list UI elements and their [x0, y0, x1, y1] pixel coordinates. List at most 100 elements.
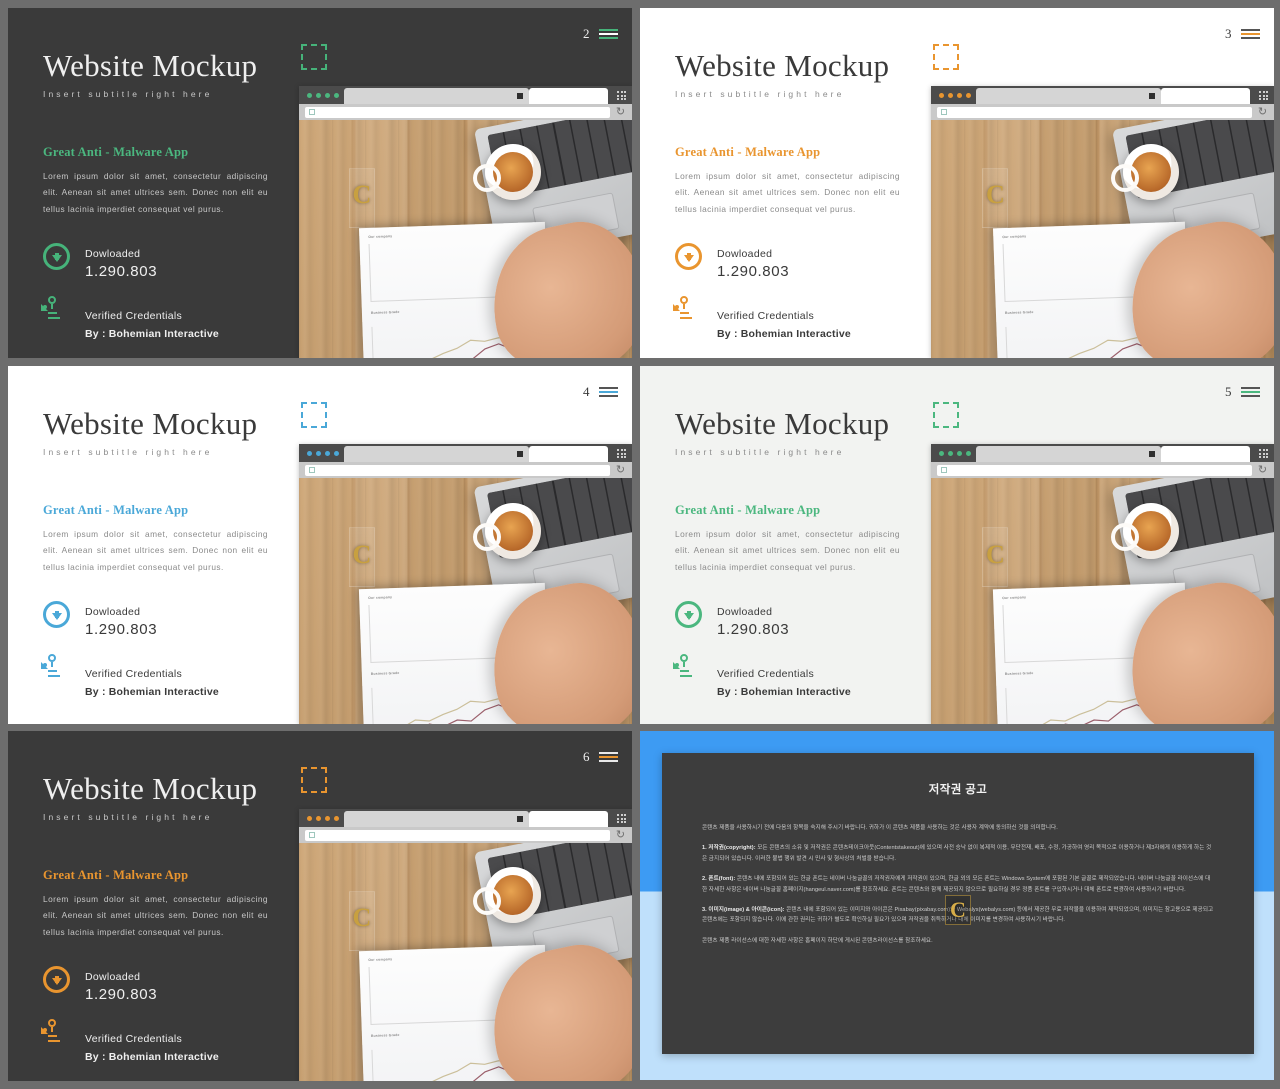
brand-watermark-icon: C: [945, 894, 971, 925]
page-number: 3: [1225, 26, 1232, 41]
document-certificate-icon: [43, 1018, 71, 1058]
stat-value: By : Bohemian Interactive: [85, 327, 219, 340]
app-grid-icon[interactable]: [617, 814, 626, 823]
page-favicon: [941, 109, 947, 115]
chart-title: Our company: [1002, 595, 1027, 601]
hamburger-menu-icon[interactable]: [599, 752, 618, 762]
download-icon: [43, 243, 71, 273]
slide-cell-copyright[interactable]: 저작권 공고 콘텐츠 제품을 사용하시기 전에 다음의 항목을 숙지해 주시기 바…: [637, 728, 1280, 1089]
app-grid-icon[interactable]: [617, 449, 626, 458]
hamburger-menu-icon[interactable]: [1241, 29, 1260, 39]
close-icon[interactable]: [517, 816, 523, 822]
browser-window-dots-icon[interactable]: [299, 92, 339, 98]
slide-cell-6[interactable]: 6 Website Mockup Insert subtitle right h…: [0, 728, 637, 1089]
browser-tab-active[interactable]: [344, 88, 529, 104]
reload-icon[interactable]: ↻: [615, 464, 626, 476]
browser-addressbar: ↻: [931, 462, 1274, 478]
browser-tab-inactive[interactable]: [1161, 446, 1250, 462]
page-title: Website Mockup: [43, 402, 327, 441]
slide-cell-2[interactable]: 2 Website Mockup Insert subtitle right h…: [0, 0, 637, 363]
stat-verified-credentials: Verified Credentials By : Bohemian Inter…: [43, 653, 313, 700]
stats-list: Dowloaded 1.290.803 Verified Credentials…: [43, 966, 313, 1064]
chart-title: Our company: [368, 233, 393, 239]
copyright-body: 콘텐츠 제품을 사용하시기 전에 다음의 항목을 숙지해 주시기 바랍니다. 귀…: [702, 823, 1214, 947]
copyright-section: 2. 폰트(font): 콘텐츠 내에 포함되어 있는 한글 폰트는 네이버 나…: [702, 875, 1211, 893]
download-icon: [43, 966, 71, 996]
browser-tab-inactive[interactable]: [1161, 88, 1250, 104]
browser-titlebar: [299, 809, 632, 827]
slide-cell-3[interactable]: 3 Website Mockup Insert subtitle right h…: [637, 0, 1280, 363]
browser-window-dots-icon[interactable]: [931, 92, 971, 98]
url-input[interactable]: [305, 464, 610, 476]
stats-list: Dowloaded 1.290.803 Verified Credentials…: [43, 243, 313, 341]
slide-header: 3: [1225, 26, 1260, 42]
body-paragraph: Lorem ipsum dolor sit amet, consectetur …: [43, 893, 268, 937]
browser-tab-inactive[interactable]: [529, 811, 608, 827]
browser-window-dots-icon[interactable]: [931, 450, 971, 456]
reload-icon[interactable]: ↻: [1257, 106, 1268, 118]
url-input[interactable]: [305, 106, 610, 118]
browser-titlebar: [931, 444, 1274, 462]
browser-mockup: ↻ Our company Business Grade: [299, 444, 632, 724]
chart-title: Our company: [368, 595, 393, 601]
document-certificate-icon: [675, 295, 703, 335]
reload-icon[interactable]: ↻: [615, 829, 626, 841]
slide-3[interactable]: 3 Website Mockup Insert subtitle right h…: [640, 8, 1274, 358]
slide-cell-5[interactable]: 5 Website Mockup Insert subtitle right h…: [637, 363, 1280, 728]
page-number: 4: [583, 384, 590, 399]
close-icon[interactable]: [1149, 451, 1155, 457]
section-heading: Great Anti - Malware App: [675, 144, 821, 159]
copyright-slide: 저작권 공고 콘텐츠 제품을 사용하시기 전에 다음의 항목을 숙지해 주시기 바…: [640, 731, 1274, 1080]
slide-cell-4[interactable]: 4 Website Mockup Insert subtitle right h…: [0, 363, 637, 728]
browser-titlebar: [931, 86, 1274, 104]
title-accent-square-icon: [933, 44, 959, 70]
hamburger-menu-icon[interactable]: [599, 29, 618, 39]
stat-value: 1.290.803: [85, 986, 158, 1004]
slide-6[interactable]: 6 Website Mockup Insert subtitle right h…: [8, 731, 632, 1081]
browser-tab-active[interactable]: [344, 811, 529, 827]
close-icon[interactable]: [517, 93, 523, 99]
browser-tab-active[interactable]: [344, 446, 529, 462]
page-subtitle: Insert subtitle right here: [43, 446, 213, 457]
browser-tab-inactive[interactable]: [529, 446, 608, 462]
close-icon[interactable]: [517, 451, 523, 457]
slide-5[interactable]: 5 Website Mockup Insert subtitle right h…: [640, 366, 1274, 724]
slide-2[interactable]: 2 Website Mockup Insert subtitle right h…: [8, 8, 632, 358]
browser-addressbar: ↻: [931, 104, 1274, 120]
stats-list: Dowloaded 1.290.803 Verified Credentials…: [675, 601, 945, 699]
stat-label: Dowloaded: [85, 971, 141, 984]
browser-window-dots-icon[interactable]: [299, 815, 339, 821]
page-favicon: [309, 467, 315, 473]
hamburger-menu-icon[interactable]: [1241, 387, 1260, 397]
hamburger-menu-icon[interactable]: [599, 387, 618, 397]
page-subtitle: Insert subtitle right here: [675, 446, 845, 457]
copyright-section-heading: 3. 이미지(image) & 아이콘(icon):: [702, 906, 787, 913]
browser-tab-inactive[interactable]: [529, 88, 608, 104]
coffee-cup-image: [473, 143, 542, 200]
browser-window-dots-icon[interactable]: [299, 450, 339, 456]
brand-plate-watermark: [348, 527, 375, 588]
browser-addressbar: ↻: [299, 827, 632, 843]
copyright-section-heading: 1. 저작권(copyright):: [702, 844, 758, 851]
close-icon[interactable]: [1149, 93, 1155, 99]
app-grid-icon[interactable]: [1259, 91, 1268, 100]
app-grid-icon[interactable]: [1259, 449, 1268, 458]
section-heading: Great Anti - Malware App: [43, 867, 189, 882]
url-input[interactable]: [937, 464, 1252, 476]
page-number: 2: [583, 26, 590, 41]
download-icon: [675, 243, 703, 273]
page-favicon: [941, 467, 947, 473]
browser-tab-active[interactable]: [976, 88, 1161, 104]
reload-icon[interactable]: ↻: [1257, 464, 1268, 476]
slide-4[interactable]: 4 Website Mockup Insert subtitle right h…: [8, 366, 632, 724]
stat-verified-credentials: Verified Credentials By : Bohemian Inter…: [675, 653, 945, 700]
page-favicon: [309, 832, 315, 838]
title-accent-square-icon: [301, 402, 327, 428]
coffee-cup-image: [1111, 502, 1180, 559]
browser-tab-active[interactable]: [976, 446, 1161, 462]
reload-icon[interactable]: ↻: [615, 106, 626, 118]
url-input[interactable]: [305, 829, 610, 841]
url-input[interactable]: [937, 106, 1252, 118]
browser-addressbar: ↻: [299, 462, 632, 478]
app-grid-icon[interactable]: [617, 91, 626, 100]
